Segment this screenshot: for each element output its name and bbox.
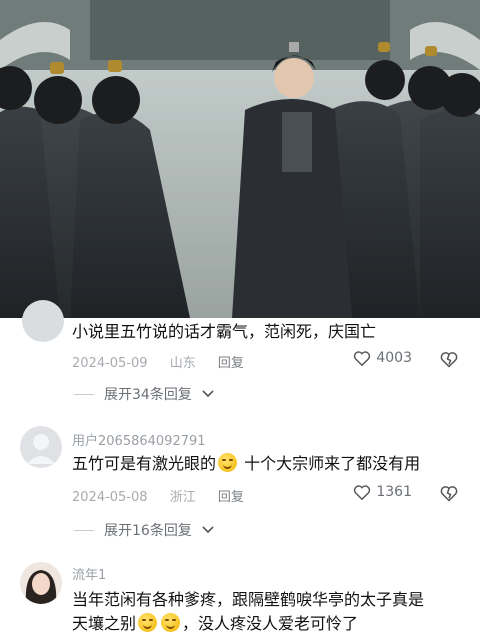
expand-label: 展开16条回复 [104, 523, 192, 539]
comment-text: 当年范闲有各种爹疼，跟隔壁鹤唳华亭的太子真是 天壤之别 ，没人疼没人爱老可怜了 [72, 588, 466, 636]
comment-date: 2024-05-09 [72, 356, 148, 371]
comment-meta: 2024-05-09 山东 回复 [72, 352, 262, 371]
expand-label: 展开34条回复 [104, 387, 192, 403]
grinning-emoji-icon [161, 613, 181, 632]
like-count: 4003 [376, 350, 412, 366]
comment-location: 浙江 [169, 490, 196, 505]
reply-button[interactable]: 回复 [218, 490, 244, 505]
avatar[interactable] [22, 300, 64, 342]
comment-username[interactable]: 用户2065864092791 [72, 430, 206, 449]
comment-location: 山东 [169, 356, 196, 371]
heart-icon [354, 351, 371, 366]
like-count: 1361 [376, 484, 412, 500]
comment-text-part: 十个大宗师来了都没有用 [239, 454, 421, 473]
divider [74, 393, 94, 395]
default-avatar-icon [27, 434, 55, 464]
comment-text-line: 当年范闲有各种爹疼，跟隔壁鹤唳华亭的太子真是 [72, 590, 425, 609]
comment-meta: 2024-05-08 浙江 回复 [72, 486, 262, 505]
reply-button[interactable]: 回复 [218, 356, 244, 371]
divider [74, 529, 94, 531]
user-photo-avatar [20, 562, 62, 604]
chevron-down-icon [202, 390, 214, 398]
comment-text: 五竹可是有激光眼的 十个大宗师来了都没有用 [72, 452, 466, 476]
comment-text-part: 五竹可是有激光眼的 [72, 454, 217, 473]
broken-heart-icon[interactable] [440, 484, 458, 502]
avatar[interactable] [20, 426, 62, 468]
like-button[interactable]: 1361 [353, 484, 412, 500]
comment-date: 2024-05-08 [72, 490, 148, 505]
comment-text-line: 天壤之别 ，没人疼没人爱老可怜了 [72, 612, 466, 636]
comment-username[interactable]: 流年1 [72, 564, 106, 583]
video-frame[interactable] [0, 0, 480, 318]
broken-heart-icon[interactable] [440, 350, 458, 368]
comment-text-part: 天壤之别 [72, 614, 137, 633]
video-scene-image [0, 0, 480, 318]
avatar[interactable] [20, 562, 62, 604]
like-button[interactable]: 4003 [353, 350, 412, 366]
comment-list: 小说里五竹说的话才霸气，范闲死，庆国亡 2024-05-09 山东 回复 400… [0, 300, 480, 640]
grinning-emoji-icon [218, 453, 238, 472]
comment-text-part: ，没人疼没人爱老可怜了 [182, 614, 359, 633]
heart-icon [354, 485, 371, 500]
expand-replies-button[interactable]: 展开34条回复 [74, 384, 214, 404]
comment-text: 小说里五竹说的话才霸气，范闲死，庆国亡 [72, 322, 377, 341]
expand-replies-button[interactable]: 展开16条回复 [74, 520, 214, 540]
grinning-emoji-icon [138, 613, 158, 632]
chevron-down-icon [202, 526, 214, 534]
